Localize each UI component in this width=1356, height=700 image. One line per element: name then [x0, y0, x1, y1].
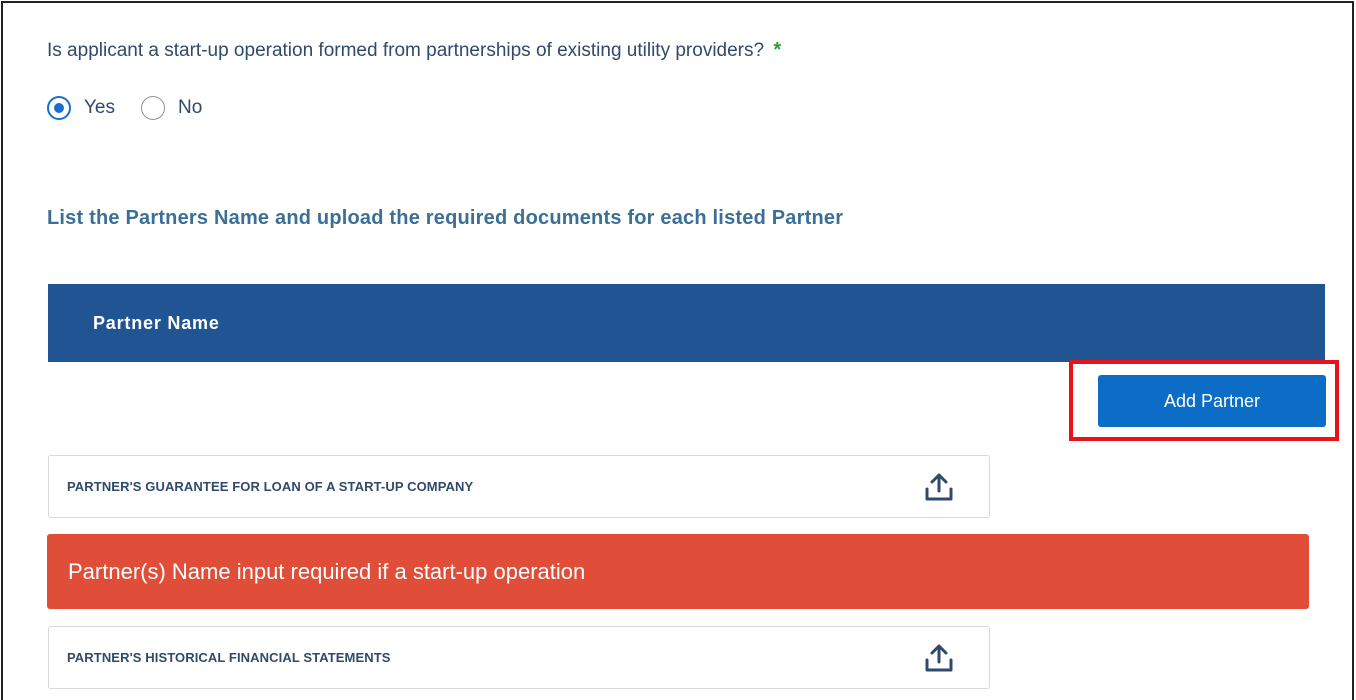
document-row-financials: PARTNER'S HISTORICAL FINANCIAL STATEMENT… [48, 626, 990, 689]
startup-question: Is applicant a start-up operation formed… [47, 39, 781, 62]
startup-radio-group: Yes No [47, 96, 228, 120]
document-label: PARTNER'S GUARANTEE FOR LOAN OF A START-… [67, 479, 474, 494]
partners-table-header: Partner Name [48, 284, 1325, 362]
upload-icon[interactable] [921, 469, 957, 505]
radio-yes-circle[interactable] [47, 96, 71, 120]
radio-no-label[interactable]: No [178, 97, 202, 119]
add-partner-button[interactable]: Add Partner [1098, 375, 1326, 427]
error-message: Partner(s) Name input required if a star… [68, 558, 586, 584]
radio-yes-label[interactable]: Yes [84, 97, 115, 119]
partners-section-title: List the Partners Name and upload the re… [47, 207, 844, 229]
error-banner: Partner(s) Name input required if a star… [47, 534, 1309, 609]
radio-no-circle[interactable] [141, 96, 165, 120]
column-partner-name: Partner Name [93, 312, 220, 333]
document-label: PARTNER'S HISTORICAL FINANCIAL STATEMENT… [67, 650, 391, 665]
radio-no[interactable]: No [141, 96, 202, 120]
question-text: Is applicant a start-up operation formed… [47, 40, 765, 61]
document-row-guarantee: PARTNER'S GUARANTEE FOR LOAN OF A START-… [48, 455, 990, 518]
radio-yes[interactable]: Yes [47, 96, 115, 120]
form-panel: Is applicant a start-up operation formed… [1, 1, 1354, 700]
required-indicator: * [773, 39, 782, 61]
upload-icon[interactable] [921, 640, 957, 676]
